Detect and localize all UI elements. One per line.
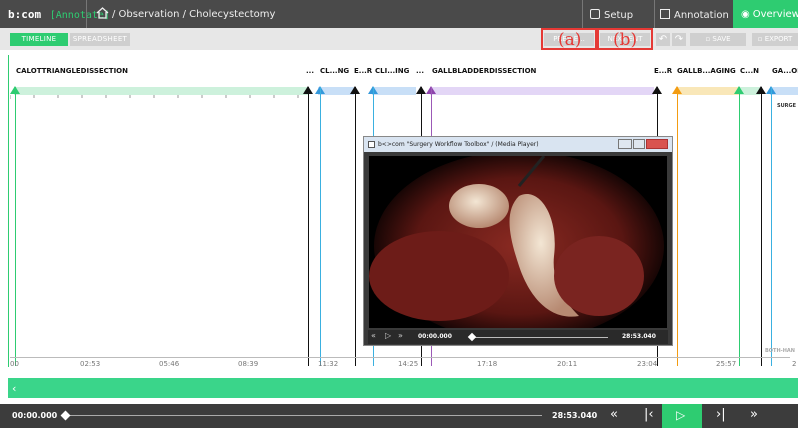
phase-label: CL...NG: [320, 67, 350, 75]
save-button[interactable]: ▫ SAVE: [690, 33, 746, 46]
phase-label: E...R: [354, 67, 373, 75]
setup-icon: [590, 9, 600, 19]
maximize-button[interactable]: [633, 139, 645, 149]
phase-label: CALOTTRIANGLEDISSECTION: [16, 67, 128, 75]
callout-label-a: (a): [558, 30, 582, 50]
axis-tick: 08:39: [238, 360, 259, 368]
axis-tick: 25:57: [716, 360, 737, 368]
axis-tick: 05:46: [159, 360, 180, 368]
track-label-both-hands: BOTH-HAN: [765, 348, 795, 354]
axis-tick: 02:53: [80, 360, 101, 368]
phase-label: GA...ON: [772, 67, 798, 75]
track-label-surgeon: SURGE: [777, 103, 797, 109]
minor-ticks: [10, 95, 299, 99]
phase-boundary: [761, 87, 762, 366]
player-current-time: 00:00.000: [418, 333, 452, 340]
phase-boundary: [739, 87, 740, 366]
axis-tick: 20:11: [557, 360, 578, 368]
divider: [86, 0, 87, 28]
rewind-icon[interactable]: «: [610, 407, 618, 422]
play-button[interactable]: ▷: [662, 404, 702, 428]
axis-tick: 17:18: [477, 360, 498, 368]
phase-boundary: [771, 87, 772, 366]
step-back-icon[interactable]: |‹: [644, 407, 654, 422]
endoscopic-video-image: [369, 156, 667, 328]
view-toolbar: TIMELINE SPREADSHEET PREV E... NEXT ENT …: [0, 28, 798, 50]
phase-boundary: [355, 87, 356, 366]
phase-boundary: [15, 87, 16, 366]
phase-label: GALLBLADDERDISSECTION: [432, 67, 537, 75]
phase-label: GALLB...AGING: [677, 67, 736, 75]
app-logo[interactable]: b:com [Annotate]: [8, 8, 110, 21]
phase-bar-calot[interactable]: [14, 87, 308, 95]
chevron-left-icon[interactable]: ‹: [12, 382, 16, 395]
axis-tick: 00: [10, 360, 19, 368]
phase-label: CLI...ING: [375, 67, 410, 75]
top-navigation-bar: b:com [Annotate] / Observation / Cholecy…: [0, 0, 798, 28]
axis-tick: 23:04: [637, 360, 658, 368]
callout-label-b: (b): [613, 30, 638, 50]
player-total-time: 28:53.040: [622, 333, 656, 340]
player-controls: « ▷ » 00:00.000 28:53.040: [368, 330, 668, 344]
seek-handle[interactable]: [60, 410, 71, 421]
minimize-button[interactable]: [618, 139, 632, 149]
surgery-video-frame[interactable]: [369, 156, 667, 328]
close-window-button[interactable]: [646, 139, 668, 149]
current-time: 00:00.000: [12, 411, 58, 420]
axis-tick: 2: [792, 360, 797, 368]
phase-bar-gallbladder[interactable]: [430, 87, 654, 95]
tab-spreadsheet[interactable]: SPREADSHEET: [70, 33, 130, 46]
annotation-nav-button[interactable]: Annotation: [660, 0, 732, 28]
tab-timeline[interactable]: TIMELINE: [10, 33, 68, 46]
brand-name: b:com: [8, 8, 42, 21]
phase-boundary: [677, 87, 678, 366]
divider: [654, 0, 655, 28]
phase-label: E...R: [654, 67, 673, 75]
playback-bar: 00:00.000 28:53.040 « |‹ ▷ ›| »: [0, 404, 798, 428]
time-axis: [10, 357, 790, 358]
overview-nav-button[interactable]: ◉ Overview: [733, 0, 798, 28]
scroll-overview-bar[interactable]: [8, 378, 798, 398]
home-icon[interactable]: [96, 7, 109, 22]
phase-boundary: [308, 87, 309, 366]
axis-tick: 11:32: [318, 360, 339, 368]
player-seek-track[interactable]: [472, 337, 608, 338]
export-button[interactable]: ▫ EXPORT: [752, 33, 798, 46]
export-icon: ▫: [757, 35, 765, 43]
player-title: b<>com "Surgery Workflow Toolbox" / (Med…: [378, 141, 539, 148]
window-app-icon: [368, 141, 375, 148]
player-play-icon[interactable]: ▷: [385, 331, 391, 340]
phase-label: ...: [416, 67, 424, 75]
export-label: EXPORT: [764, 35, 793, 43]
overview-label: Overview: [752, 9, 798, 20]
setup-label: Setup: [604, 10, 634, 21]
total-time: 28:53.040: [552, 411, 598, 420]
phase-label: ...: [306, 67, 314, 75]
annotation-label: Annotation: [674, 10, 729, 21]
play-icon: ▷: [676, 408, 686, 422]
phase-bar-clipping-2[interactable]: [372, 87, 416, 95]
setup-nav-button[interactable]: Setup: [590, 0, 652, 28]
player-forward-icon[interactable]: »: [398, 331, 403, 340]
fast-forward-icon[interactable]: »: [750, 407, 758, 422]
breadcrumb[interactable]: / Observation / Cholecystectomy: [112, 9, 275, 20]
step-forward-icon[interactable]: ›|: [716, 407, 726, 422]
divider: [582, 0, 583, 28]
phase-boundary: [320, 87, 321, 366]
player-seek-handle[interactable]: [467, 332, 477, 342]
eye-icon: ◉: [741, 9, 750, 20]
undo-icon[interactable]: ↶: [656, 33, 670, 46]
axis-tick: 14:25: [398, 360, 419, 368]
save-label: SAVE: [712, 35, 731, 43]
redo-icon[interactable]: ↷: [672, 33, 686, 46]
media-player-window[interactable]: b<>com "Surgery Workflow Toolbox" / (Med…: [363, 136, 673, 346]
edit-icon: [660, 9, 670, 19]
phase-bar-gallbladder-packaging[interactable]: [677, 87, 739, 95]
player-rewind-icon[interactable]: «: [371, 331, 376, 340]
phase-label: C...N: [740, 67, 759, 75]
seek-track[interactable]: [66, 415, 542, 416]
